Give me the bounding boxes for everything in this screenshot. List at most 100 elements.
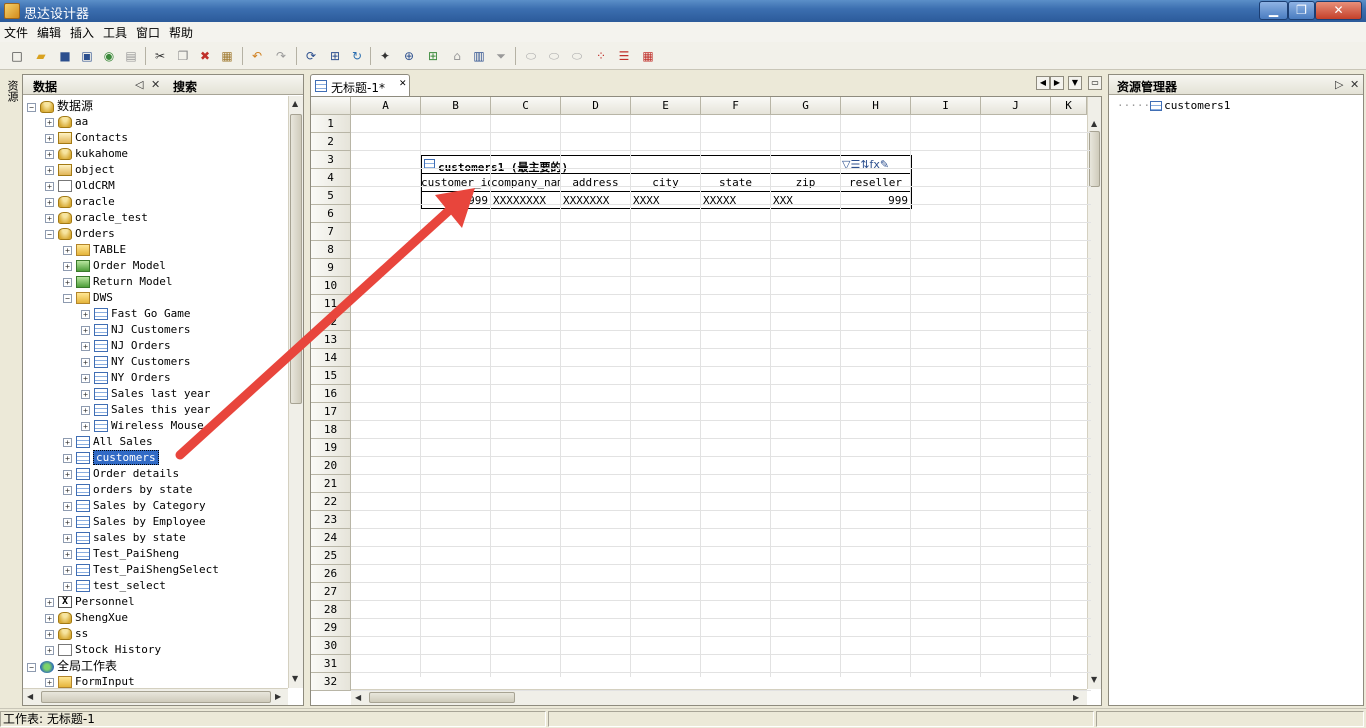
column-header[interactable]: F <box>701 97 771 115</box>
row-header[interactable]: 22 <box>311 493 351 511</box>
tree-item[interactable]: − Orders <box>45 226 115 242</box>
close-icon[interactable]: ✕ <box>1350 78 1359 91</box>
dataset-value-cell[interactable]: 999 <box>841 191 911 209</box>
dataset-value-cell[interactable]: 999 <box>421 191 491 209</box>
paste-icon[interactable]: ▦ <box>218 47 236 65</box>
dataset-value-cell[interactable]: XXXXXXXX <box>491 191 561 209</box>
tree-item[interactable]: + oracle_test <box>45 210 148 226</box>
expand-icon[interactable]: + <box>81 405 90 415</box>
menu-insert[interactable]: 插入 <box>70 24 94 41</box>
tree-vertical-scrollbar[interactable]: ▲ ▼ <box>288 96 303 688</box>
pin-icon[interactable]: ▷ <box>1335 78 1343 91</box>
row-header[interactable]: 19 <box>311 439 351 457</box>
tree-item[interactable]: + Return Model <box>63 274 172 290</box>
tree-item[interactable]: + customers <box>63 450 159 466</box>
tab-data[interactable]: 数据 <box>33 78 57 95</box>
expand-icon[interactable]: + <box>81 309 90 319</box>
tree-item[interactable]: − 数据源 <box>27 98 93 114</box>
row-header[interactable]: 13 <box>311 331 351 349</box>
tree-item[interactable]: + Sales by Employee <box>63 514 206 530</box>
row-header[interactable]: 5 <box>311 187 351 205</box>
expand-icon[interactable]: + <box>45 597 54 607</box>
tree-item[interactable]: + Test_PaiSheng <box>63 546 179 562</box>
tree-item[interactable]: + Wireless Mouse <box>81 418 204 434</box>
tree-item[interactable]: + sales by state <box>63 530 186 546</box>
maximize-button[interactable]: ❐ <box>1288 1 1315 20</box>
tree-item[interactable]: + X Personnel <box>45 594 135 610</box>
row-header[interactable]: 12 <box>311 313 351 331</box>
column-header[interactable]: A <box>351 97 421 115</box>
row-icon[interactable]: ☰ <box>615 47 633 65</box>
merge-icon[interactable]: ⬭ <box>568 47 586 65</box>
maximize-sheet-icon[interactable]: ▭ <box>1088 76 1102 90</box>
cell-icon[interactable]: ▦ <box>639 47 657 65</box>
row-header[interactable]: 7 <box>311 223 351 241</box>
collapse-icon[interactable]: − <box>27 102 36 112</box>
row-header[interactable]: 27 <box>311 583 351 601</box>
scroll-left-icon[interactable]: ◀ <box>355 693 361 702</box>
row-header[interactable]: 32 <box>311 673 351 691</box>
tree-item[interactable]: + TABLE <box>63 242 126 258</box>
row-header[interactable]: 18 <box>311 421 351 439</box>
expand-icon[interactable]: + <box>81 389 90 399</box>
tree-item[interactable]: + Sales this year <box>81 402 210 418</box>
row-header[interactable]: 20 <box>311 457 351 475</box>
collapse-icon[interactable]: − <box>63 293 72 303</box>
row-header[interactable]: 31 <box>311 655 351 673</box>
expand-icon[interactable]: + <box>45 613 54 623</box>
close-icon[interactable]: ✕ <box>151 78 160 91</box>
expand-icon[interactable]: + <box>45 629 54 639</box>
expand-icon[interactable]: + <box>81 373 90 383</box>
new-file-icon[interactable]: □ <box>8 47 26 65</box>
dataset-value-cell[interactable]: XXXXX <box>701 191 771 209</box>
tree-item[interactable]: + Order details <box>63 466 179 482</box>
expand-icon[interactable]: + <box>63 517 72 527</box>
tree-item[interactable]: − 全局工作表 <box>27 658 117 674</box>
add-dataset-icon[interactable]: ⊕ <box>400 47 418 65</box>
expand-icon[interactable]: + <box>63 453 72 463</box>
scroll-down-icon[interactable]: ▼ <box>292 674 298 683</box>
expand-icon[interactable]: + <box>63 549 72 559</box>
dataset-header-cell[interactable]: city <box>631 173 701 191</box>
dataset-tools-icon[interactable]: ▽☰⇅fx✎ <box>842 158 889 171</box>
dataset-value-cell[interactable]: XXX <box>771 191 841 209</box>
sheet-horizontal-scrollbar[interactable]: ◀ ▶ <box>351 689 1087 705</box>
save-all-icon[interactable]: ▣ <box>78 47 96 65</box>
row-header[interactable]: 30 <box>311 637 351 655</box>
menu-edit[interactable]: 编辑 <box>37 24 61 41</box>
row-header[interactable]: 10 <box>311 277 351 295</box>
expand-icon[interactable]: + <box>81 325 90 335</box>
scroll-thumb[interactable] <box>41 691 271 703</box>
expand-icon[interactable]: + <box>63 245 72 255</box>
expand-icon[interactable]: + <box>63 485 72 495</box>
dataset-value-cell[interactable]: XXXXXXX <box>561 191 631 209</box>
preview-icon[interactable]: ◉ <box>100 47 118 65</box>
dataset-header-cell[interactable]: company_name <box>491 173 561 191</box>
grid-corner[interactable] <box>311 97 351 115</box>
expand-icon[interactable]: + <box>45 197 54 207</box>
expand-icon[interactable]: + <box>63 533 72 543</box>
add-column-icon[interactable]: ⊞ <box>424 47 442 65</box>
tree-item[interactable]: − DWS <box>63 290 113 306</box>
dataset-header-cell[interactable]: state <box>701 173 771 191</box>
expand-icon[interactable]: + <box>45 645 54 655</box>
row-header[interactable]: 16 <box>311 385 351 403</box>
expand-icon[interactable]: + <box>45 181 54 191</box>
expand-icon[interactable]: + <box>81 357 90 367</box>
column-header[interactable]: G <box>771 97 841 115</box>
row-header[interactable]: 9 <box>311 259 351 277</box>
row-header[interactable]: 25 <box>311 547 351 565</box>
funnel-icon[interactable]: ⏷ <box>492 47 510 65</box>
menu-help[interactable]: 帮助 <box>169 24 193 41</box>
menu-file[interactable]: 文件 <box>4 24 28 41</box>
link-icon[interactable]: ⬭ <box>522 47 540 65</box>
tree-item[interactable]: + Contacts <box>45 130 128 146</box>
row-header[interactable]: 17 <box>311 403 351 421</box>
expand-icon[interactable]: + <box>63 581 72 591</box>
tree-item[interactable]: + ss <box>45 626 88 642</box>
tab-search[interactable]: 搜索 <box>173 78 197 95</box>
row-header[interactable]: 2 <box>311 133 351 151</box>
expand-icon[interactable]: + <box>45 677 54 687</box>
scroll-up-icon[interactable]: ▲ <box>1091 119 1097 128</box>
scroll-thumb[interactable] <box>369 692 515 703</box>
